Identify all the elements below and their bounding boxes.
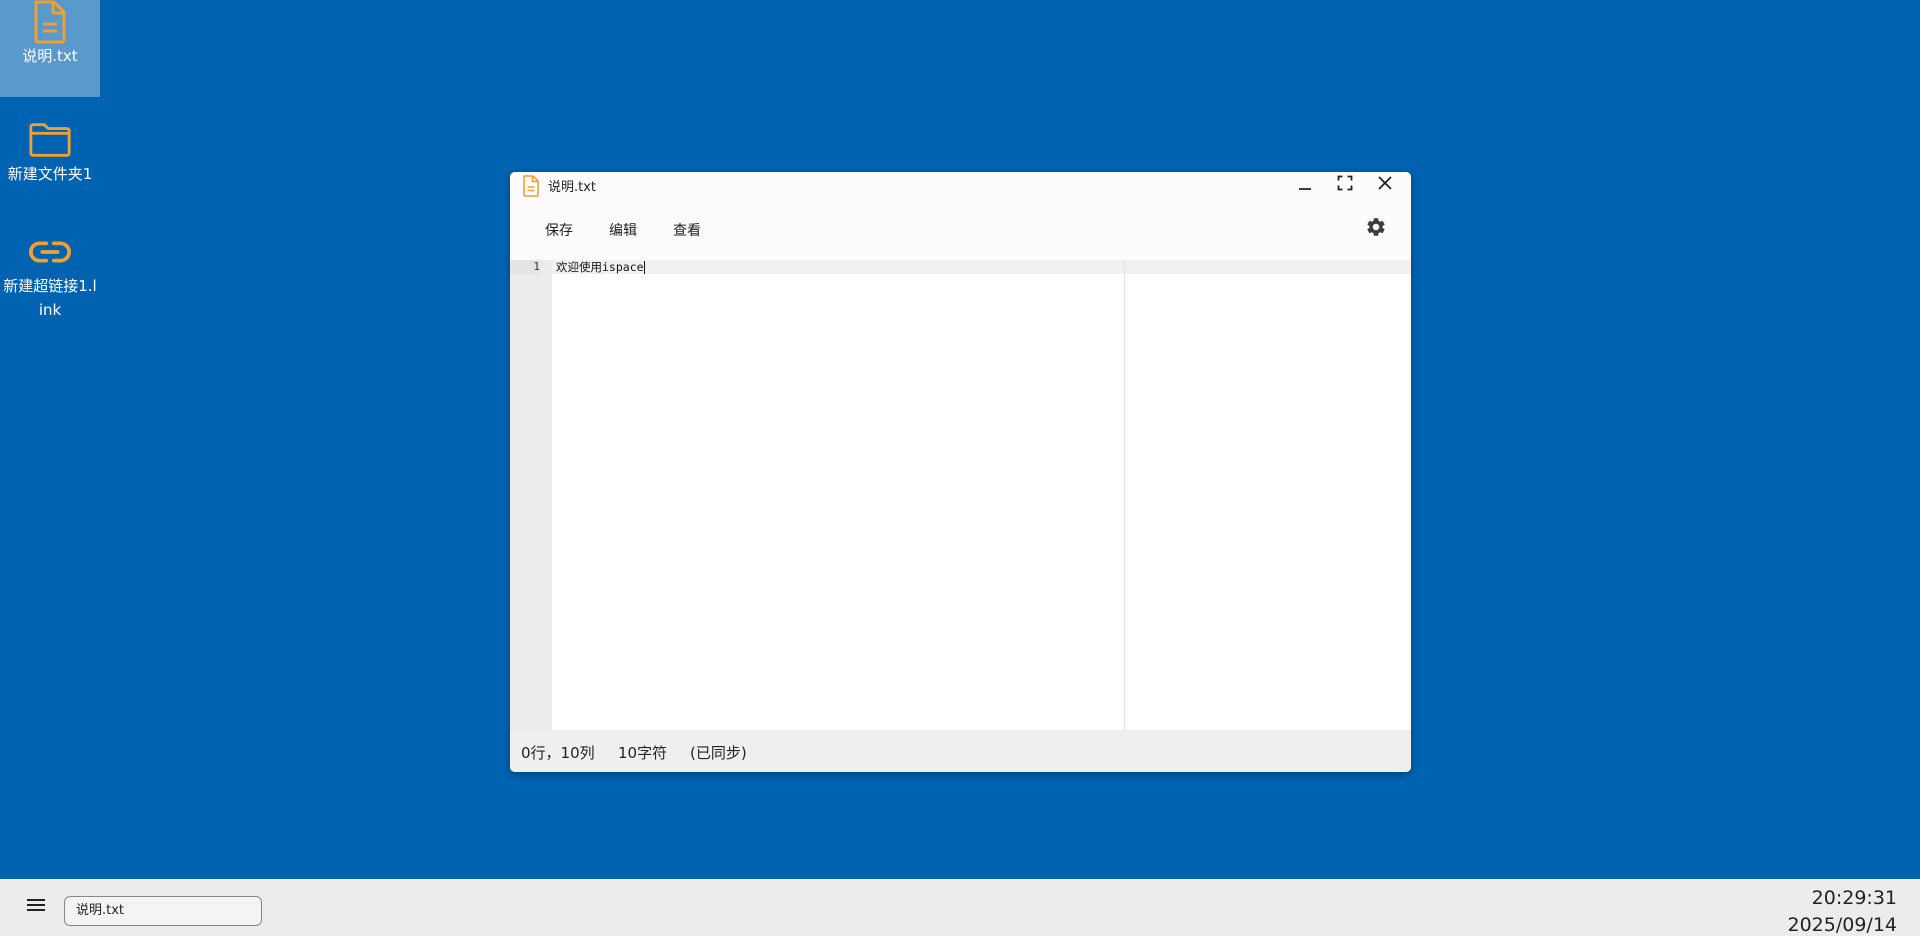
start-menu-button[interactable] [22,895,50,919]
folder-icon [28,118,72,162]
file-icon [522,175,540,197]
status-char-count: 10字符 [618,744,668,762]
clock-time: 20:29:31 [1811,887,1897,909]
hamburger-icon [26,897,46,917]
editor-statusbar: 0行，10列 10字符 (已同步) [510,730,1411,772]
desktop-icon-label: 新建文件夹1 [7,165,93,183]
taskbar-item-notes[interactable]: 说明.txt [64,896,262,926]
window-title: 说明.txt [548,180,597,195]
menu-save[interactable]: 保存 [539,218,579,242]
clock-date: 2025/09/14 [1787,914,1897,936]
status-sync-state: (已同步) [690,744,747,762]
print-margin-line [1124,260,1125,730]
maximize-button[interactable] [1326,172,1364,198]
file-icon [28,0,72,44]
active-line-highlight [552,260,1411,274]
text-editor[interactable]: 1 欢迎使用ispace [510,260,1411,730]
editor-line[interactable]: 欢迎使用ispace [556,260,645,274]
editor-line-text: 欢迎使用ispace [556,260,644,274]
link-icon [28,230,72,274]
taskbar: 说明.txt 20:29:31 2025/09/14 [0,879,1920,936]
settings-button[interactable] [1363,216,1389,242]
line-number: 1 [510,260,540,274]
line-number-gutter: 1 [510,260,552,730]
minimize-button[interactable] [1286,172,1324,198]
close-icon [1377,175,1393,195]
menu-edit[interactable]: 编辑 [603,218,643,242]
status-cursor-position: 0行，10列 [521,744,595,762]
desktop-icon-label: 说明.txt [22,47,78,65]
text-cursor [643,261,645,274]
window-titlebar[interactable]: 说明.txt [510,172,1411,198]
gear-icon [1365,216,1387,242]
desktop-icon-label: 新建超链接1.link [3,277,97,319]
text-editor-window: 说明.txt 保存 编辑 查看 1 欢迎使用ispace 0行，10列 10字符… [510,172,1411,772]
maximize-icon [1337,175,1353,195]
menu-view[interactable]: 查看 [667,218,707,242]
editor-menubar: 保存 编辑 查看 [510,198,1411,260]
desktop-icon-new-folder[interactable]: 新建文件夹1 [0,118,100,186]
desktop-icon-new-link[interactable]: 新建超链接1.link [0,230,100,322]
taskbar-clock: 20:29:31 2025/09/14 [1787,885,1897,936]
desktop-icon-notes-file[interactable]: 说明.txt [0,0,100,97]
minimize-icon [1297,175,1313,195]
close-button[interactable] [1366,172,1404,198]
